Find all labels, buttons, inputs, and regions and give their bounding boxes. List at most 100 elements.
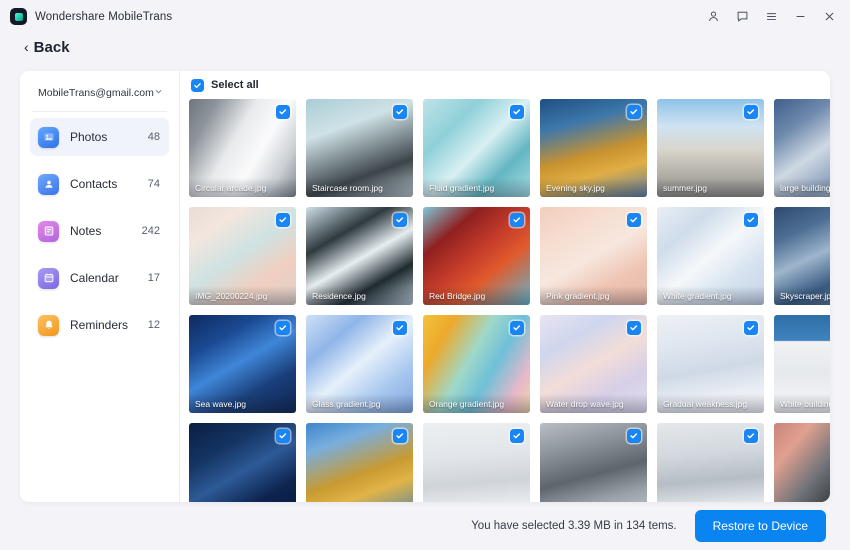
- back-chevron-icon: ‹: [24, 38, 29, 55]
- sidebar-nav: Photos 48 Contacts 74 Notes 242 Calendar 17 Remi…: [30, 112, 169, 344]
- photo-checkbox[interactable]: [510, 321, 524, 335]
- photo-tile[interactable]: [423, 423, 530, 502]
- photo-checkbox[interactable]: [744, 429, 758, 443]
- photo-checkbox[interactable]: [627, 213, 641, 227]
- photo-tile[interactable]: Red Bridge.jpg: [423, 207, 530, 305]
- sidebar-item-contacts[interactable]: Contacts 74: [30, 165, 169, 203]
- chevron-down-icon: [154, 87, 163, 99]
- feedback-icon[interactable]: [729, 5, 755, 29]
- photo-filename: Water drop wave.jpg: [540, 394, 647, 413]
- photo-filename: IMG_20200224.jpg: [189, 286, 296, 305]
- photo-filename: Glass gradient.jpg: [306, 394, 413, 413]
- photo-tile[interactable]: Sea wave.jpg: [189, 315, 296, 413]
- select-all-checkbox[interactable]: [191, 78, 204, 92]
- photo-filename: Sea wave.jpg: [189, 394, 296, 413]
- photo-tile[interactable]: [189, 423, 296, 502]
- photo-filename: summer.jpg: [657, 178, 764, 197]
- photo-checkbox[interactable]: [393, 321, 407, 335]
- select-all-row[interactable]: Select all: [189, 71, 830, 99]
- photo-checkbox[interactable]: [510, 213, 524, 227]
- reminders-icon: [38, 314, 59, 336]
- sidebar-item-label: Calendar: [70, 271, 119, 285]
- photo-checkbox[interactable]: [276, 105, 290, 119]
- photo-tile[interactable]: Gradual weakness.jpg: [657, 315, 764, 413]
- sidebar-item-photos[interactable]: Photos 48: [30, 118, 169, 156]
- photo-tile[interactable]: Circular arcade.jpg: [189, 99, 296, 197]
- photo-filename: Orange gradient.jpg: [423, 394, 530, 413]
- photo-checkbox[interactable]: [744, 105, 758, 119]
- photo-tile[interactable]: White building.jpg: [774, 315, 830, 413]
- photo-tile[interactable]: Fluid gradient.jpg: [423, 99, 530, 197]
- sidebar-item-label: Notes: [70, 224, 102, 238]
- menu-icon[interactable]: [758, 5, 784, 29]
- restore-to-device-button[interactable]: Restore to Device: [694, 510, 826, 542]
- sidebar-item-count: 48: [147, 131, 160, 143]
- photo-tile[interactable]: Skyscraper.jpg: [774, 207, 830, 305]
- select-all-label: Select all: [211, 79, 259, 91]
- photo-tile[interactable]: Staircase room.jpg: [306, 99, 413, 197]
- photo-checkbox[interactable]: [510, 105, 524, 119]
- photo-tile[interactable]: Residence.jpg: [306, 207, 413, 305]
- account-selector[interactable]: MobileTrans@gmail.com: [32, 74, 167, 112]
- photo-tile[interactable]: Evening sky.jpg: [540, 99, 647, 197]
- photo-tile[interactable]: White gradient.jpg: [657, 207, 764, 305]
- sidebar-item-count: 242: [141, 225, 160, 237]
- calendar-icon: [38, 267, 59, 289]
- sidebar-item-calendar[interactable]: Calendar 17: [30, 259, 169, 297]
- photo-checkbox[interactable]: [393, 105, 407, 119]
- sidebar-item-count: 74: [147, 178, 160, 190]
- photo-checkbox[interactable]: [276, 213, 290, 227]
- sidebar-item-label: Reminders: [70, 318, 129, 332]
- photo-tile[interactable]: Pink gradient.jpg: [540, 207, 647, 305]
- photo-filename: large building.jpg: [774, 178, 830, 197]
- photo-grid-scroll[interactable]: Circular arcade.jpg Staircase room.jpg Flu…: [189, 99, 830, 502]
- photos-icon: [38, 126, 59, 148]
- minimize-button[interactable]: [787, 5, 813, 29]
- photo-checkbox[interactable]: [393, 213, 407, 227]
- photo-filename: Gradual weakness.jpg: [657, 394, 764, 413]
- photo-filename: Fluid gradient.jpg: [423, 178, 530, 197]
- photo-filename: White gradient.jpg: [657, 286, 764, 305]
- photo-checkbox[interactable]: [393, 429, 407, 443]
- window-controls: [700, 0, 842, 33]
- sidebar-item-notes[interactable]: Notes 242: [30, 212, 169, 250]
- close-button[interactable]: [816, 5, 842, 29]
- photo-filename: Pink gradient.jpg: [540, 286, 647, 305]
- sidebar-item-count: 12: [147, 319, 160, 331]
- app-title: Wondershare MobileTrans: [35, 10, 173, 23]
- photo-filename: Evening sky.jpg: [540, 178, 647, 197]
- photo-filename: Residence.jpg: [306, 286, 413, 305]
- photo-tile[interactable]: IMG_20200224.jpg: [189, 207, 296, 305]
- photo-checkbox[interactable]: [744, 213, 758, 227]
- photo-tile[interactable]: large building.jpg: [774, 99, 830, 197]
- photo-tile[interactable]: [306, 423, 413, 502]
- sidebar-item-count: 17: [147, 272, 160, 284]
- photo-checkbox[interactable]: [627, 321, 641, 335]
- account-icon[interactable]: [700, 5, 726, 29]
- photo-tile[interactable]: [774, 423, 830, 502]
- photo-tile[interactable]: Glass gradient.jpg: [306, 315, 413, 413]
- title-bar: Wondershare MobileTrans: [0, 0, 850, 33]
- photo-checkbox[interactable]: [276, 429, 290, 443]
- photo-tile[interactable]: [657, 423, 764, 502]
- photo-checkbox[interactable]: [510, 429, 524, 443]
- notes-icon: [38, 220, 59, 242]
- photo-tile[interactable]: Water drop wave.jpg: [540, 315, 647, 413]
- photo-tile[interactable]: Orange gradient.jpg: [423, 315, 530, 413]
- photo-checkbox[interactable]: [627, 105, 641, 119]
- sidebar-item-reminders[interactable]: Reminders 12: [30, 306, 169, 344]
- contacts-icon: [38, 173, 59, 195]
- selection-summary: You have selected 3.39 MB in 134 tems.: [471, 520, 677, 532]
- main-card: MobileTrans@gmail.com Photos 48 Contacts 74…: [20, 71, 830, 502]
- bottom-bar: You have selected 3.39 MB in 134 tems. R…: [0, 502, 850, 550]
- photo-tile[interactable]: [540, 423, 647, 502]
- photo-tile[interactable]: summer.jpg: [657, 99, 764, 197]
- sidebar: MobileTrans@gmail.com Photos 48 Contacts 74…: [20, 71, 180, 502]
- photo-filename: Staircase room.jpg: [306, 178, 413, 197]
- sidebar-item-label: Contacts: [70, 177, 118, 191]
- back-button[interactable]: ‹ Back: [24, 39, 70, 56]
- photo-grid: Circular arcade.jpg Staircase room.jpg Flu…: [189, 99, 830, 502]
- photo-checkbox[interactable]: [627, 429, 641, 443]
- photo-checkbox[interactable]: [744, 321, 758, 335]
- photo-checkbox[interactable]: [276, 321, 290, 335]
